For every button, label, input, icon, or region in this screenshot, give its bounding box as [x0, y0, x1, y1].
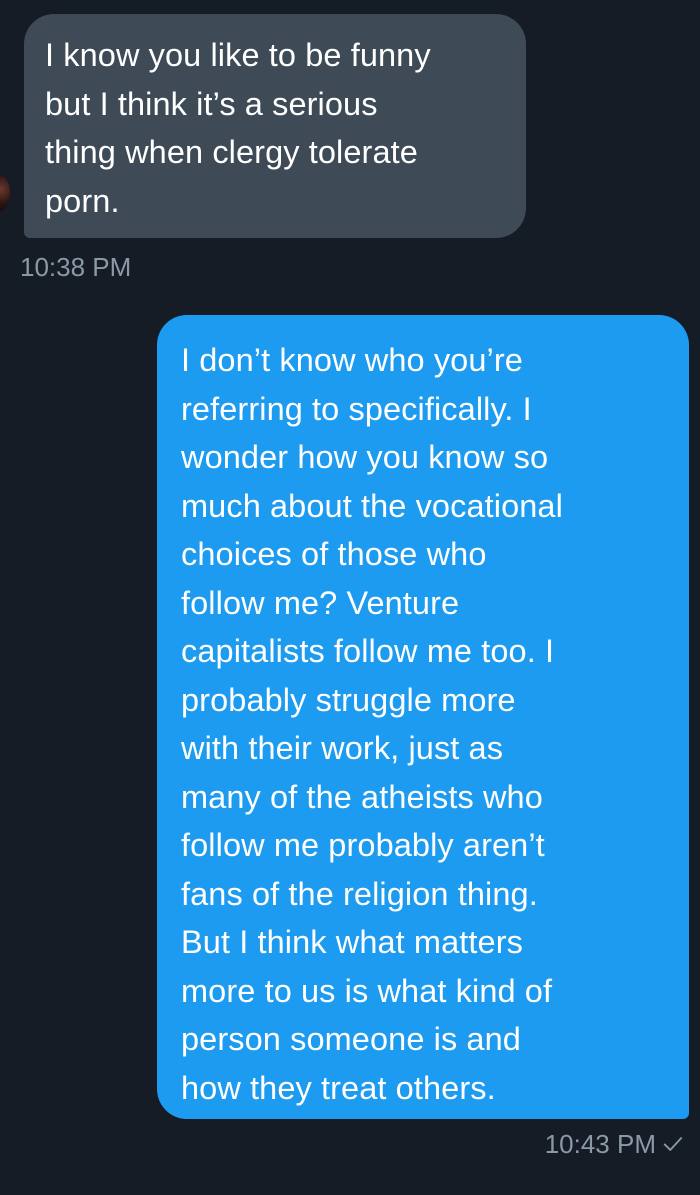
- sender-avatar[interactable]: [0, 174, 10, 212]
- outgoing-message-timestamp: 10:43 PM: [544, 1129, 656, 1159]
- outgoing-message-meta: 10:43 PM: [545, 1129, 684, 1159]
- outgoing-message-bubble[interactable]: I don’t know who you’re referring to spe…: [157, 315, 689, 1119]
- incoming-message-timestamp: 10:38 PM: [20, 252, 132, 282]
- checkmark-icon: [663, 1137, 683, 1151]
- incoming-message-bubble[interactable]: I know you like to be funny but I think …: [24, 14, 526, 238]
- dm-conversation: I know you like to be funny but I think …: [0, 0, 700, 1195]
